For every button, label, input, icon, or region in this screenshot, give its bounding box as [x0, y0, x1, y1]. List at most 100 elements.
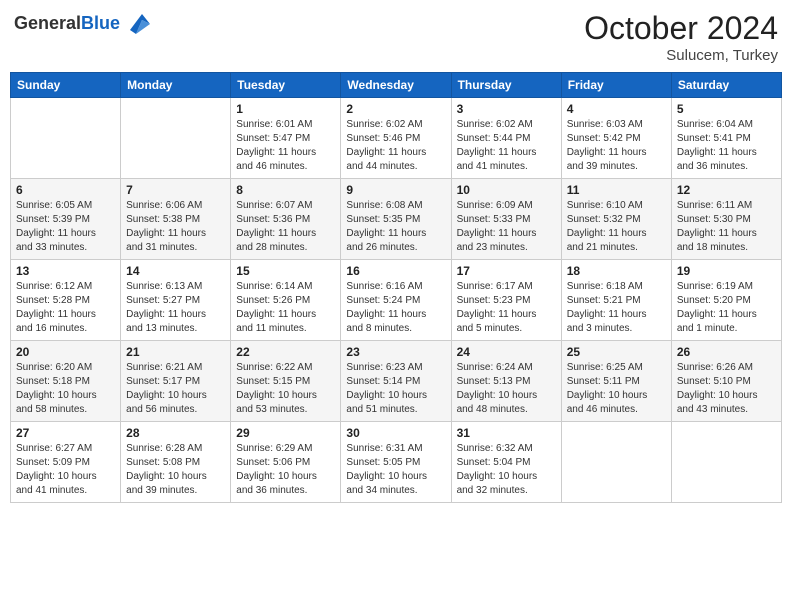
calendar-cell: 22 Sunrise: 6:22 AMSunset: 5:15 PMDayligh… — [231, 341, 341, 422]
page-header: GeneralBlue October 2024 Sulucem, Turkey — [10, 10, 782, 64]
day-info: Sunrise: 6:21 AMSunset: 5:17 PMDaylight:… — [126, 361, 225, 417]
day-number: 2 — [346, 102, 445, 116]
day-number: 9 — [346, 183, 445, 197]
month-title: October 2024 — [584, 10, 778, 47]
day-info: Sunrise: 6:09 AMSunset: 5:33 PMDaylight:… — [457, 199, 556, 255]
calendar-header-friday: Friday — [561, 73, 671, 98]
day-info: Sunrise: 6:10 AMSunset: 5:32 PMDaylight:… — [567, 199, 666, 255]
calendar-week-row: 27 Sunrise: 6:27 AMSunset: 5:09 PMDayligh… — [11, 422, 782, 503]
day-number: 3 — [457, 102, 556, 116]
calendar-cell: 2 Sunrise: 6:02 AMSunset: 5:46 PMDaylight… — [341, 98, 451, 179]
calendar-header-thursday: Thursday — [451, 73, 561, 98]
calendar-header-wednesday: Wednesday — [341, 73, 451, 98]
day-number: 20 — [16, 345, 115, 359]
calendar-cell: 10 Sunrise: 6:09 AMSunset: 5:33 PMDayligh… — [451, 179, 561, 260]
calendar-cell — [121, 98, 231, 179]
day-number: 1 — [236, 102, 335, 116]
day-number: 18 — [567, 264, 666, 278]
calendar-cell: 26 Sunrise: 6:26 AMSunset: 5:10 PMDayligh… — [671, 341, 781, 422]
day-info: Sunrise: 6:02 AMSunset: 5:46 PMDaylight:… — [346, 118, 445, 174]
calendar-cell: 9 Sunrise: 6:08 AMSunset: 5:35 PMDaylight… — [341, 179, 451, 260]
calendar-cell: 29Sunrise: 6:29 AMSunset: 5:06 PMDayligh… — [231, 422, 341, 503]
calendar-cell: 3 Sunrise: 6:02 AMSunset: 5:44 PMDaylight… — [451, 98, 561, 179]
calendar-week-row: 20 Sunrise: 6:20 AMSunset: 5:18 PMDayligh… — [11, 341, 782, 422]
calendar-cell: 31 Sunrise: 6:32 AMSunset: 5:04 PMDayligh… — [451, 422, 561, 503]
calendar-cell: 14 Sunrise: 6:13 AMSunset: 5:27 PMDayligh… — [121, 260, 231, 341]
day-info: Sunrise: 6:05 AMSunset: 5:39 PMDaylight:… — [16, 199, 115, 255]
calendar-cell: 25 Sunrise: 6:25 AMSunset: 5:11 PMDayligh… — [561, 341, 671, 422]
day-number: 12 — [677, 183, 776, 197]
day-number: 7 — [126, 183, 225, 197]
calendar-cell: 15Sunrise: 6:14 AMSunset: 5:26 PMDayligh… — [231, 260, 341, 341]
day-info: Sunrise: 6:19 AMSunset: 5:20 PMDaylight:… — [677, 280, 776, 336]
day-info: Sunrise: 6:17 AMSunset: 5:23 PMDaylight:… — [457, 280, 556, 336]
calendar-cell: 12 Sunrise: 6:11 AMSunset: 5:30 PMDayligh… — [671, 179, 781, 260]
calendar-cell: 30 Sunrise: 6:31 AMSunset: 5:05 PMDayligh… — [341, 422, 451, 503]
day-info: Sunrise: 6:20 AMSunset: 5:18 PMDaylight:… — [16, 361, 115, 417]
day-number: 27 — [16, 426, 115, 440]
calendar-cell: 6Sunrise: 6:05 AMSunset: 5:39 PMDaylight… — [11, 179, 121, 260]
calendar-cell: 5Sunrise: 6:04 AMSunset: 5:41 PMDaylight… — [671, 98, 781, 179]
calendar-cell: 21 Sunrise: 6:21 AMSunset: 5:17 PMDayligh… — [121, 341, 231, 422]
day-info: Sunrise: 6:22 AMSunset: 5:15 PMDaylight:… — [236, 361, 335, 417]
calendar-cell: 16 Sunrise: 6:16 AMSunset: 5:24 PMDayligh… — [341, 260, 451, 341]
calendar-header-sunday: Sunday — [11, 73, 121, 98]
day-number: 24 — [457, 345, 556, 359]
calendar-cell: 18 Sunrise: 6:18 AMSunset: 5:21 PMDayligh… — [561, 260, 671, 341]
logo-blue: Blue — [81, 13, 120, 33]
day-number: 21 — [126, 345, 225, 359]
day-info: Sunrise: 6:18 AMSunset: 5:21 PMDaylight:… — [567, 280, 666, 336]
day-info: Sunrise: 6:29 AMSunset: 5:06 PMDaylight:… — [236, 442, 335, 498]
calendar-header-tuesday: Tuesday — [231, 73, 341, 98]
day-info: Sunrise: 6:27 AMSunset: 5:09 PMDaylight:… — [16, 442, 115, 498]
logo-text: GeneralBlue — [14, 14, 120, 34]
calendar-week-row: 1 Sunrise: 6:01 AMSunset: 5:47 PMDaylight… — [11, 98, 782, 179]
day-number: 23 — [346, 345, 445, 359]
day-info: Sunrise: 6:08 AMSunset: 5:35 PMDaylight:… — [346, 199, 445, 255]
calendar-header-row: SundayMondayTuesdayWednesdayThursdayFrid… — [11, 73, 782, 98]
day-number: 28 — [126, 426, 225, 440]
day-number: 13 — [16, 264, 115, 278]
day-info: Sunrise: 6:31 AMSunset: 5:05 PMDaylight:… — [346, 442, 445, 498]
day-number: 31 — [457, 426, 556, 440]
day-info: Sunrise: 6:26 AMSunset: 5:10 PMDaylight:… — [677, 361, 776, 417]
day-number: 10 — [457, 183, 556, 197]
calendar-cell — [11, 98, 121, 179]
day-info: Sunrise: 6:13 AMSunset: 5:27 PMDaylight:… — [126, 280, 225, 336]
day-info: Sunrise: 6:11 AMSunset: 5:30 PMDaylight:… — [677, 199, 776, 255]
day-number: 16 — [346, 264, 445, 278]
day-info: Sunrise: 6:25 AMSunset: 5:11 PMDaylight:… — [567, 361, 666, 417]
day-number: 22 — [236, 345, 335, 359]
day-info: Sunrise: 6:14 AMSunset: 5:26 PMDaylight:… — [236, 280, 335, 336]
day-number: 25 — [567, 345, 666, 359]
day-info: Sunrise: 6:01 AMSunset: 5:47 PMDaylight:… — [236, 118, 335, 174]
day-info: Sunrise: 6:03 AMSunset: 5:42 PMDaylight:… — [567, 118, 666, 174]
calendar-table: SundayMondayTuesdayWednesdayThursdayFrid… — [10, 72, 782, 503]
calendar-cell: 20 Sunrise: 6:20 AMSunset: 5:18 PMDayligh… — [11, 341, 121, 422]
day-info: Sunrise: 6:16 AMSunset: 5:24 PMDaylight:… — [346, 280, 445, 336]
logo-icon — [122, 10, 150, 38]
calendar-header-monday: Monday — [121, 73, 231, 98]
calendar-cell: 19 Sunrise: 6:19 AMSunset: 5:20 PMDayligh… — [671, 260, 781, 341]
day-number: 14 — [126, 264, 225, 278]
calendar-cell: 17 Sunrise: 6:17 AMSunset: 5:23 PMDayligh… — [451, 260, 561, 341]
calendar-cell: 11Sunrise: 6:10 AMSunset: 5:32 PMDayligh… — [561, 179, 671, 260]
day-info: Sunrise: 6:23 AMSunset: 5:14 PMDaylight:… — [346, 361, 445, 417]
day-info: Sunrise: 6:12 AMSunset: 5:28 PMDaylight:… — [16, 280, 115, 336]
day-info: Sunrise: 6:07 AMSunset: 5:36 PMDaylight:… — [236, 199, 335, 255]
calendar-cell: 8Sunrise: 6:07 AMSunset: 5:36 PMDaylight… — [231, 179, 341, 260]
day-info: Sunrise: 6:24 AMSunset: 5:13 PMDaylight:… — [457, 361, 556, 417]
day-info: Sunrise: 6:04 AMSunset: 5:41 PMDaylight:… — [677, 118, 776, 174]
day-number: 30 — [346, 426, 445, 440]
day-number: 19 — [677, 264, 776, 278]
day-info: Sunrise: 6:02 AMSunset: 5:44 PMDaylight:… — [457, 118, 556, 174]
calendar-cell: 4Sunrise: 6:03 AMSunset: 5:42 PMDaylight… — [561, 98, 671, 179]
day-number: 17 — [457, 264, 556, 278]
calendar-cell: 1 Sunrise: 6:01 AMSunset: 5:47 PMDaylight… — [231, 98, 341, 179]
day-info: Sunrise: 6:28 AMSunset: 5:08 PMDaylight:… — [126, 442, 225, 498]
calendar-cell: 23 Sunrise: 6:23 AMSunset: 5:14 PMDayligh… — [341, 341, 451, 422]
day-info: Sunrise: 6:32 AMSunset: 5:04 PMDaylight:… — [457, 442, 556, 498]
calendar-week-row: 13 Sunrise: 6:12 AMSunset: 5:28 PMDayligh… — [11, 260, 782, 341]
title-block: October 2024 Sulucem, Turkey — [584, 10, 778, 64]
day-number: 26 — [677, 345, 776, 359]
